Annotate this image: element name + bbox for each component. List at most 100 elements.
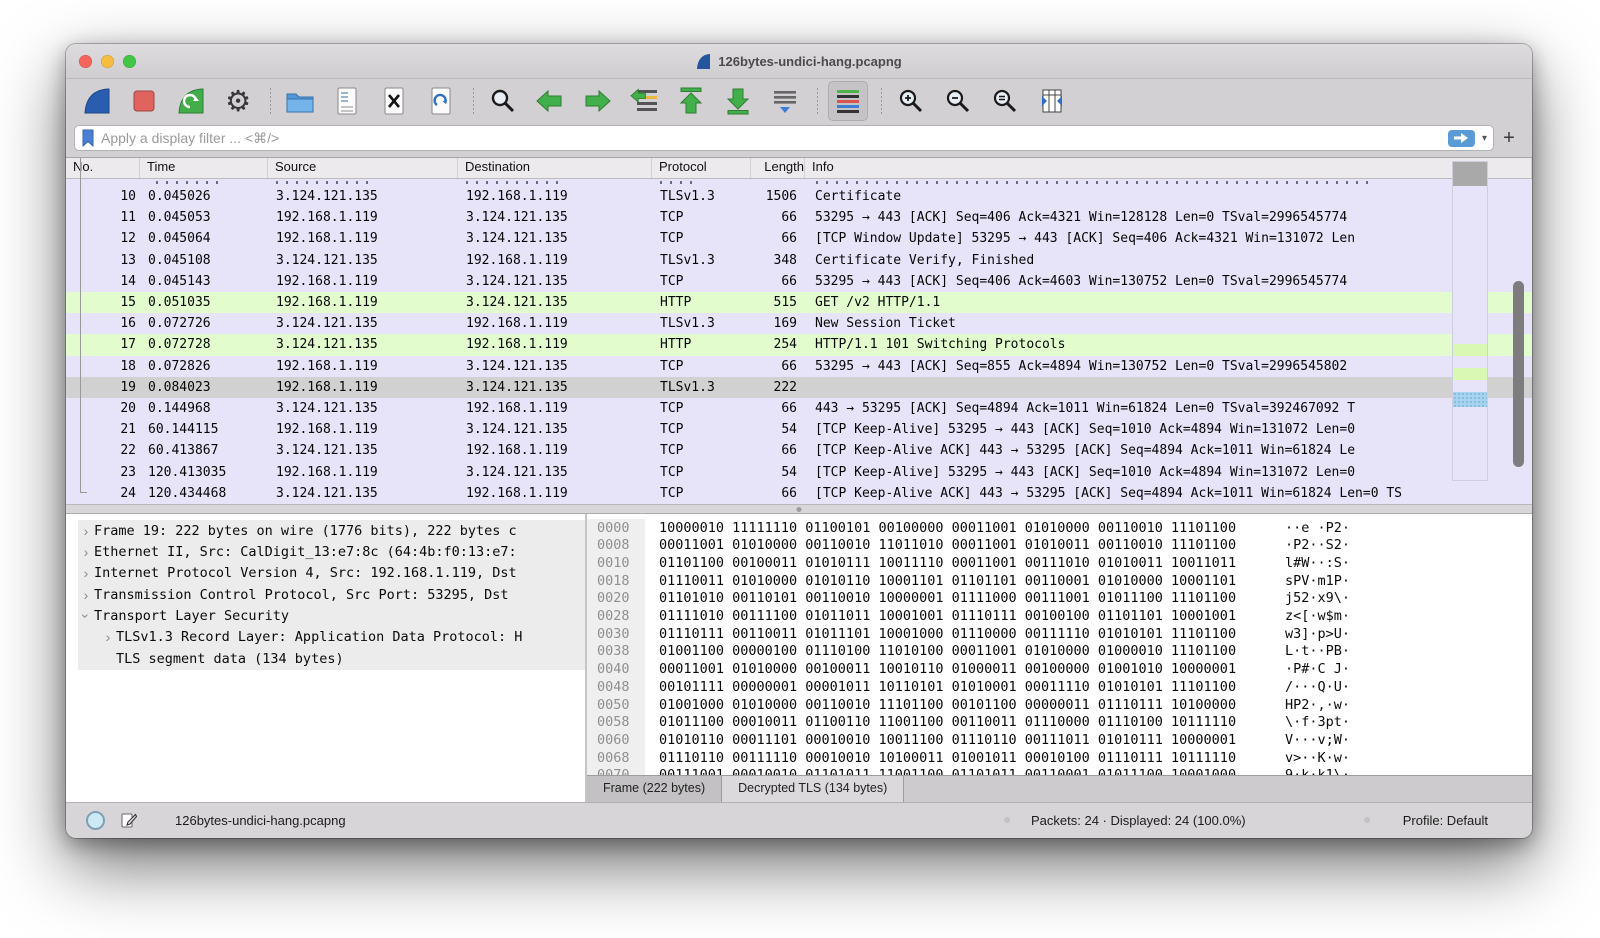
column-header-destination[interactable]: Destination <box>458 158 652 178</box>
start-capture-button[interactable] <box>78 82 116 120</box>
bookmark-icon[interactable] <box>81 129 95 147</box>
cell-time: 120.413035 <box>140 465 268 480</box>
byte-offset: 0068 <box>587 749 645 767</box>
close-window-button[interactable] <box>79 55 92 68</box>
cell-no: 20 <box>66 401 140 416</box>
cell-info: [TCP Keep-Alive ACK] 443 → 53295 [ACK] S… <box>805 443 1532 458</box>
detail-row[interactable]: ›Internet Protocol Version 4, Src: 192.1… <box>78 563 585 584</box>
column-header-no[interactable]: No. <box>66 158 140 178</box>
filter-placeholder: Apply a display filter ... <⌘/> <box>101 130 1448 147</box>
detail-row[interactable]: ›Ethernet II, Src: CalDigit_13:e7:8c (64… <box>78 541 585 562</box>
packet-row[interactable]: 24120.4344683.124.121.135192.168.1.119TC… <box>66 483 1532 504</box>
chevron-down-icon[interactable]: › <box>78 608 94 624</box>
packet-row[interactable]: 190.084023192.168.1.1193.124.121.135TLSv… <box>66 377 1532 398</box>
packet-row[interactable]: 150.051035192.168.1.1193.124.121.135HTTP… <box>66 292 1532 313</box>
open-file-button[interactable] <box>281 82 319 120</box>
colorize-packets-button[interactable] <box>828 81 868 121</box>
chevron-right-icon[interactable]: › <box>78 523 94 539</box>
cell-dst: 3.124.121.135 <box>458 295 652 310</box>
packet-row[interactable]: 2260.4138673.124.121.135192.168.1.119TCP… <box>66 440 1532 461</box>
packet-row[interactable]: 200.1449683.124.121.135192.168.1.119TCP6… <box>66 398 1532 419</box>
previous-packet-button[interactable] <box>531 82 569 120</box>
last-packet-button[interactable] <box>719 82 757 120</box>
byte-row[interactable]: 006001010110 00011101 00010010 10011100 … <box>587 731 1532 749</box>
zoom-reset-button[interactable] <box>986 82 1024 120</box>
apply-filter-button[interactable] <box>1448 130 1475 147</box>
first-packet-button[interactable] <box>672 82 710 120</box>
packet-row[interactable]: 23120.413035192.168.1.1193.124.121.135TC… <box>66 461 1532 482</box>
vertical-scrollbar-thumb[interactable] <box>1513 281 1524 467</box>
go-to-packet-button[interactable] <box>625 82 663 120</box>
byte-ascii: 9·k·k1\· <box>1263 767 1350 775</box>
reload-file-button[interactable] <box>422 82 460 120</box>
packet-row[interactable]: 110.045053192.168.1.1193.124.121.135TCP6… <box>66 207 1532 228</box>
detail-row[interactable]: TLS segment data (134 bytes) <box>78 648 585 669</box>
byte-row[interactable]: 003001110111 00110011 01011101 10001000 … <box>587 625 1532 643</box>
byte-row[interactable]: 005801011100 00010011 01100110 11001100 … <box>587 713 1532 731</box>
byte-row[interactable]: 000010000010 11111110 01100101 00100000 … <box>587 519 1532 537</box>
chevron-right-icon[interactable]: › <box>78 565 94 581</box>
packet-row[interactable]: 180.072826192.168.1.1193.124.121.135TCP6… <box>66 356 1532 377</box>
find-packet-button[interactable] <box>484 82 522 120</box>
packet-row[interactable]: 140.045143192.168.1.1193.124.121.135TCP6… <box>66 271 1532 292</box>
column-header-info[interactable]: Info <box>805 158 1532 178</box>
next-packet-button[interactable] <box>578 82 616 120</box>
cell-no: 10 <box>66 189 140 204</box>
capture-comment-icon[interactable] <box>121 812 137 829</box>
filter-add-button[interactable]: + <box>1494 127 1524 150</box>
chevron-right-icon[interactable]: › <box>78 587 94 603</box>
capture-options-button[interactable]: ⚙ <box>219 82 257 120</box>
byte-ascii: ·P#·C J· <box>1263 661 1350 677</box>
zoom-in-button[interactable] <box>892 82 930 120</box>
display-filter-input[interactable]: Apply a display filter ... <⌘/> ▾ <box>74 125 1494 151</box>
detail-row[interactable]: ›Transport Layer Security <box>78 605 585 626</box>
filter-dropdown-caret[interactable]: ▾ <box>1482 133 1487 144</box>
byte-tab[interactable]: Decrypted TLS (134 bytes) <box>722 776 904 802</box>
detail-row[interactable]: ›TLSv1.3 Record Layer: Application Data … <box>78 627 585 648</box>
column-header-time[interactable]: Time <box>140 158 268 178</box>
resize-columns-button[interactable] <box>1033 82 1071 120</box>
column-header-length[interactable]: Length <box>751 158 805 178</box>
packet-row[interactable]: 2160.144115192.168.1.1193.124.121.135TCP… <box>66 419 1532 440</box>
byte-row[interactable]: 004800101111 00000001 00001011 10110101 … <box>587 678 1532 696</box>
intelligent-scrollbar-minimap[interactable] <box>1452 161 1488 481</box>
detail-row[interactable]: ›Transmission Control Protocol, Src Port… <box>78 584 585 605</box>
packet-row[interactable]: 160.0727263.124.121.135192.168.1.119TLSv… <box>66 313 1532 334</box>
column-header-source[interactable]: Source <box>268 158 458 178</box>
cell-dst: 3.124.121.135 <box>458 274 652 289</box>
packet-row[interactable]: 120.045064192.168.1.1193.124.121.135TCP6… <box>66 228 1532 249</box>
packet-row[interactable]: 130.0451083.124.121.135192.168.1.119TLSv… <box>66 250 1532 271</box>
byte-row[interactable]: 007000111001 00010010 01101011 11001100 … <box>587 766 1532 775</box>
save-file-button[interactable] <box>328 82 366 120</box>
stop-capture-button[interactable] <box>125 82 163 120</box>
byte-row[interactable]: 001801110011 01010000 01010110 10001101 … <box>587 572 1532 590</box>
packet-row[interactable]: 100.0450263.124.121.135192.168.1.119TLSv… <box>66 186 1532 207</box>
detail-row[interactable]: ›Frame 19: 222 bytes on wire (1776 bits)… <box>78 520 585 541</box>
byte-bits: 00111001 00010010 01101011 11001100 0110… <box>645 767 1263 775</box>
auto-scroll-button[interactable] <box>766 82 804 120</box>
wireshark-fin-green-icon <box>176 86 206 116</box>
byte-row[interactable]: 004000011001 01010000 00100011 10010110 … <box>587 660 1532 678</box>
byte-row[interactable]: 002001101010 00110101 00110010 10000001 … <box>587 590 1532 608</box>
zoom-window-button[interactable] <box>123 55 136 68</box>
byte-offset: 0010 <box>587 554 645 572</box>
expert-info-icon[interactable] <box>86 811 105 830</box>
packet-row[interactable]: 170.0727283.124.121.135192.168.1.119HTTP… <box>66 334 1532 355</box>
byte-row[interactable]: 006801110110 00111110 00010010 10100011 … <box>587 749 1532 767</box>
byte-tab[interactable]: Frame (222 bytes) <box>587 776 722 802</box>
status-profile[interactable]: Profile: Default <box>1403 813 1488 828</box>
horizontal-splitter[interactable] <box>66 504 1532 514</box>
byte-row[interactable]: 002801111010 00111100 01011011 10001001 … <box>587 607 1532 625</box>
restart-capture-button[interactable] <box>172 82 210 120</box>
cell-src: 192.168.1.119 <box>268 422 458 437</box>
minimize-window-button[interactable] <box>101 55 114 68</box>
byte-row[interactable]: 000800011001 01010000 00110010 11011010 … <box>587 537 1532 555</box>
column-header-protocol[interactable]: Protocol <box>652 158 751 178</box>
byte-row[interactable]: 003801001100 00000100 01110100 11010100 … <box>587 643 1532 661</box>
chevron-right-icon[interactable]: › <box>78 544 94 560</box>
byte-row[interactable]: 005001001000 01010000 00110010 11101100 … <box>587 696 1532 714</box>
chevron-right-icon[interactable]: › <box>100 629 116 645</box>
byte-row[interactable]: 001001101100 00100011 01010111 10011110 … <box>587 554 1532 572</box>
zoom-out-button[interactable] <box>939 82 977 120</box>
close-file-button[interactable] <box>375 82 413 120</box>
